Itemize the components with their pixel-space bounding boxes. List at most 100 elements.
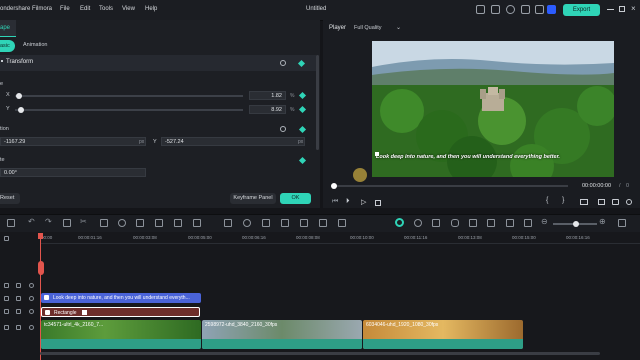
panel-scrollbar[interactable] (316, 55, 319, 150)
rotate-input[interactable]: 0.00° (0, 168, 146, 177)
tab-basic[interactable]: asic (0, 40, 15, 52)
collapse-icon[interactable] (1, 60, 3, 62)
video-clip-3[interactable]: 6034046-uhd_1920_1080_30fps (363, 320, 523, 349)
adjust-icon[interactable] (224, 219, 232, 227)
stop-icon[interactable] (375, 200, 381, 206)
keyframe-panel-button[interactable]: Keyframe Panel (230, 193, 276, 204)
zoom-in-icon[interactable]: ⊕ (599, 217, 606, 226)
zoom-slider[interactable] (553, 221, 597, 227)
transform-icon[interactable] (155, 219, 163, 227)
media-icon[interactable] (476, 5, 485, 14)
menu-help[interactable]: Help (145, 6, 157, 12)
cloud-icon[interactable] (506, 5, 515, 14)
caption-text[interactable]: Look deep into nature, and then you will… (376, 154, 612, 160)
scale-y-slider[interactable] (15, 107, 243, 113)
position-x-input[interactable]: -1167.29 (0, 137, 146, 146)
speed-icon[interactable] (193, 219, 201, 227)
menu-view[interactable]: View (122, 6, 135, 12)
snapshot-icon[interactable] (612, 199, 619, 205)
position-y-input[interactable]: -527.24 (161, 137, 305, 146)
export-button[interactable]: Export (563, 4, 600, 16)
ai-icon[interactable] (547, 5, 556, 14)
menu-file[interactable]: File (60, 6, 70, 12)
tab-animation[interactable]: Animation (23, 42, 47, 48)
track-eye-icon[interactable] (29, 325, 34, 330)
undo-icon[interactable]: ↶ (28, 217, 35, 226)
snap-icon[interactable] (414, 219, 422, 227)
play-icon[interactable]: ▷ (361, 198, 366, 206)
minimize-icon[interactable] (607, 9, 614, 10)
maximize-icon[interactable] (619, 6, 625, 12)
shield-icon[interactable] (432, 219, 440, 227)
zoom-knob[interactable] (573, 221, 579, 227)
scale-y-knob[interactable] (18, 107, 24, 113)
split-icon[interactable] (300, 219, 308, 227)
rectangle-clip[interactable]: Rectangle (41, 307, 200, 317)
more-tools-icon[interactable] (338, 219, 346, 227)
redo-icon[interactable]: ↷ (45, 217, 52, 226)
track-lock-icon[interactable] (16, 283, 21, 288)
display-icon[interactable] (598, 199, 605, 205)
reset-button[interactable]: Reset (0, 193, 20, 204)
transform-section-header[interactable]: Transform (0, 55, 316, 71)
audio-icon[interactable] (118, 219, 126, 227)
ai-clip-icon[interactable] (524, 219, 532, 227)
scale-x-input[interactable]: 1.82 (249, 91, 286, 100)
scale-y-input[interactable]: 8.92 (249, 105, 286, 114)
add-track-icon[interactable] (4, 236, 9, 241)
track-eye-icon[interactable] (29, 309, 34, 314)
keyframe-tool-icon[interactable] (281, 219, 289, 227)
track-eye-icon[interactable] (29, 296, 34, 301)
motion-icon[interactable] (319, 219, 327, 227)
playback-progress-bar[interactable] (331, 183, 568, 189)
marker-icon[interactable] (506, 219, 514, 227)
close-icon[interactable]: × (631, 4, 636, 13)
image-icon[interactable] (487, 219, 495, 227)
video-clip-2[interactable]: 2598972-uhd_3840_2160_30fps (202, 320, 362, 349)
delete-icon[interactable] (63, 219, 71, 227)
timeline-grid-icon[interactable] (618, 219, 626, 227)
layout-icon[interactable] (7, 219, 15, 227)
scale-x-slider[interactable] (15, 93, 243, 99)
quality-dropdown[interactable]: Full Quality (354, 25, 382, 31)
render-icon[interactable] (395, 218, 404, 227)
voiceover-icon[interactable] (469, 219, 477, 227)
silence-icon[interactable] (262, 219, 270, 227)
track-lock-icon[interactable] (16, 325, 21, 330)
playhead-handle[interactable] (38, 233, 43, 239)
chevron-down-icon[interactable]: ⌄ (396, 24, 401, 31)
cut-icon[interactable]: ✂ (80, 217, 87, 226)
scale-x-knob[interactable] (16, 93, 22, 99)
zoom-out-icon[interactable]: ⊖ (541, 217, 548, 226)
text-clip[interactable]: Look deep into nature, and then you will… (41, 293, 201, 303)
track-eye-icon[interactable] (29, 283, 34, 288)
keyframe-icon[interactable] (297, 59, 306, 68)
mark-out-icon[interactable]: } (562, 197, 564, 204)
play-back-icon[interactable]: ⏵ (346, 198, 350, 206)
video-clip-1[interactable]: tc34571-ultrl_4k_2160_7... (41, 320, 201, 349)
track-lock-icon[interactable] (16, 309, 21, 314)
track-lock-icon[interactable] (16, 296, 21, 301)
color-icon[interactable] (174, 219, 182, 227)
menu-edit[interactable]: Edit (80, 6, 90, 12)
ok-button[interactable]: OK (280, 193, 311, 204)
reset-icon[interactable] (280, 60, 286, 66)
crop-icon[interactable] (136, 219, 144, 227)
caption-handle[interactable] (375, 152, 379, 156)
gift-icon[interactable] (521, 5, 530, 14)
playhead-marker[interactable] (38, 261, 44, 275)
prev-frame-icon[interactable]: ⏮ (332, 198, 338, 206)
volume-icon[interactable] (626, 199, 632, 205)
fullscreen-preview-icon[interactable] (580, 199, 588, 205)
timeline-scrollbar[interactable] (40, 352, 600, 355)
tab-shape[interactable]: ape (0, 20, 16, 37)
grid-icon[interactable] (535, 5, 544, 14)
text-icon[interactable] (100, 219, 108, 227)
timer-icon[interactable] (243, 219, 251, 227)
mark-in-icon[interactable]: { (546, 197, 548, 204)
menu-tools[interactable]: Tools (99, 6, 113, 12)
microphone-icon[interactable] (451, 219, 459, 227)
playhead-knob[interactable] (331, 183, 337, 189)
position-reset-icon[interactable] (280, 126, 286, 132)
save-icon[interactable] (491, 5, 500, 14)
